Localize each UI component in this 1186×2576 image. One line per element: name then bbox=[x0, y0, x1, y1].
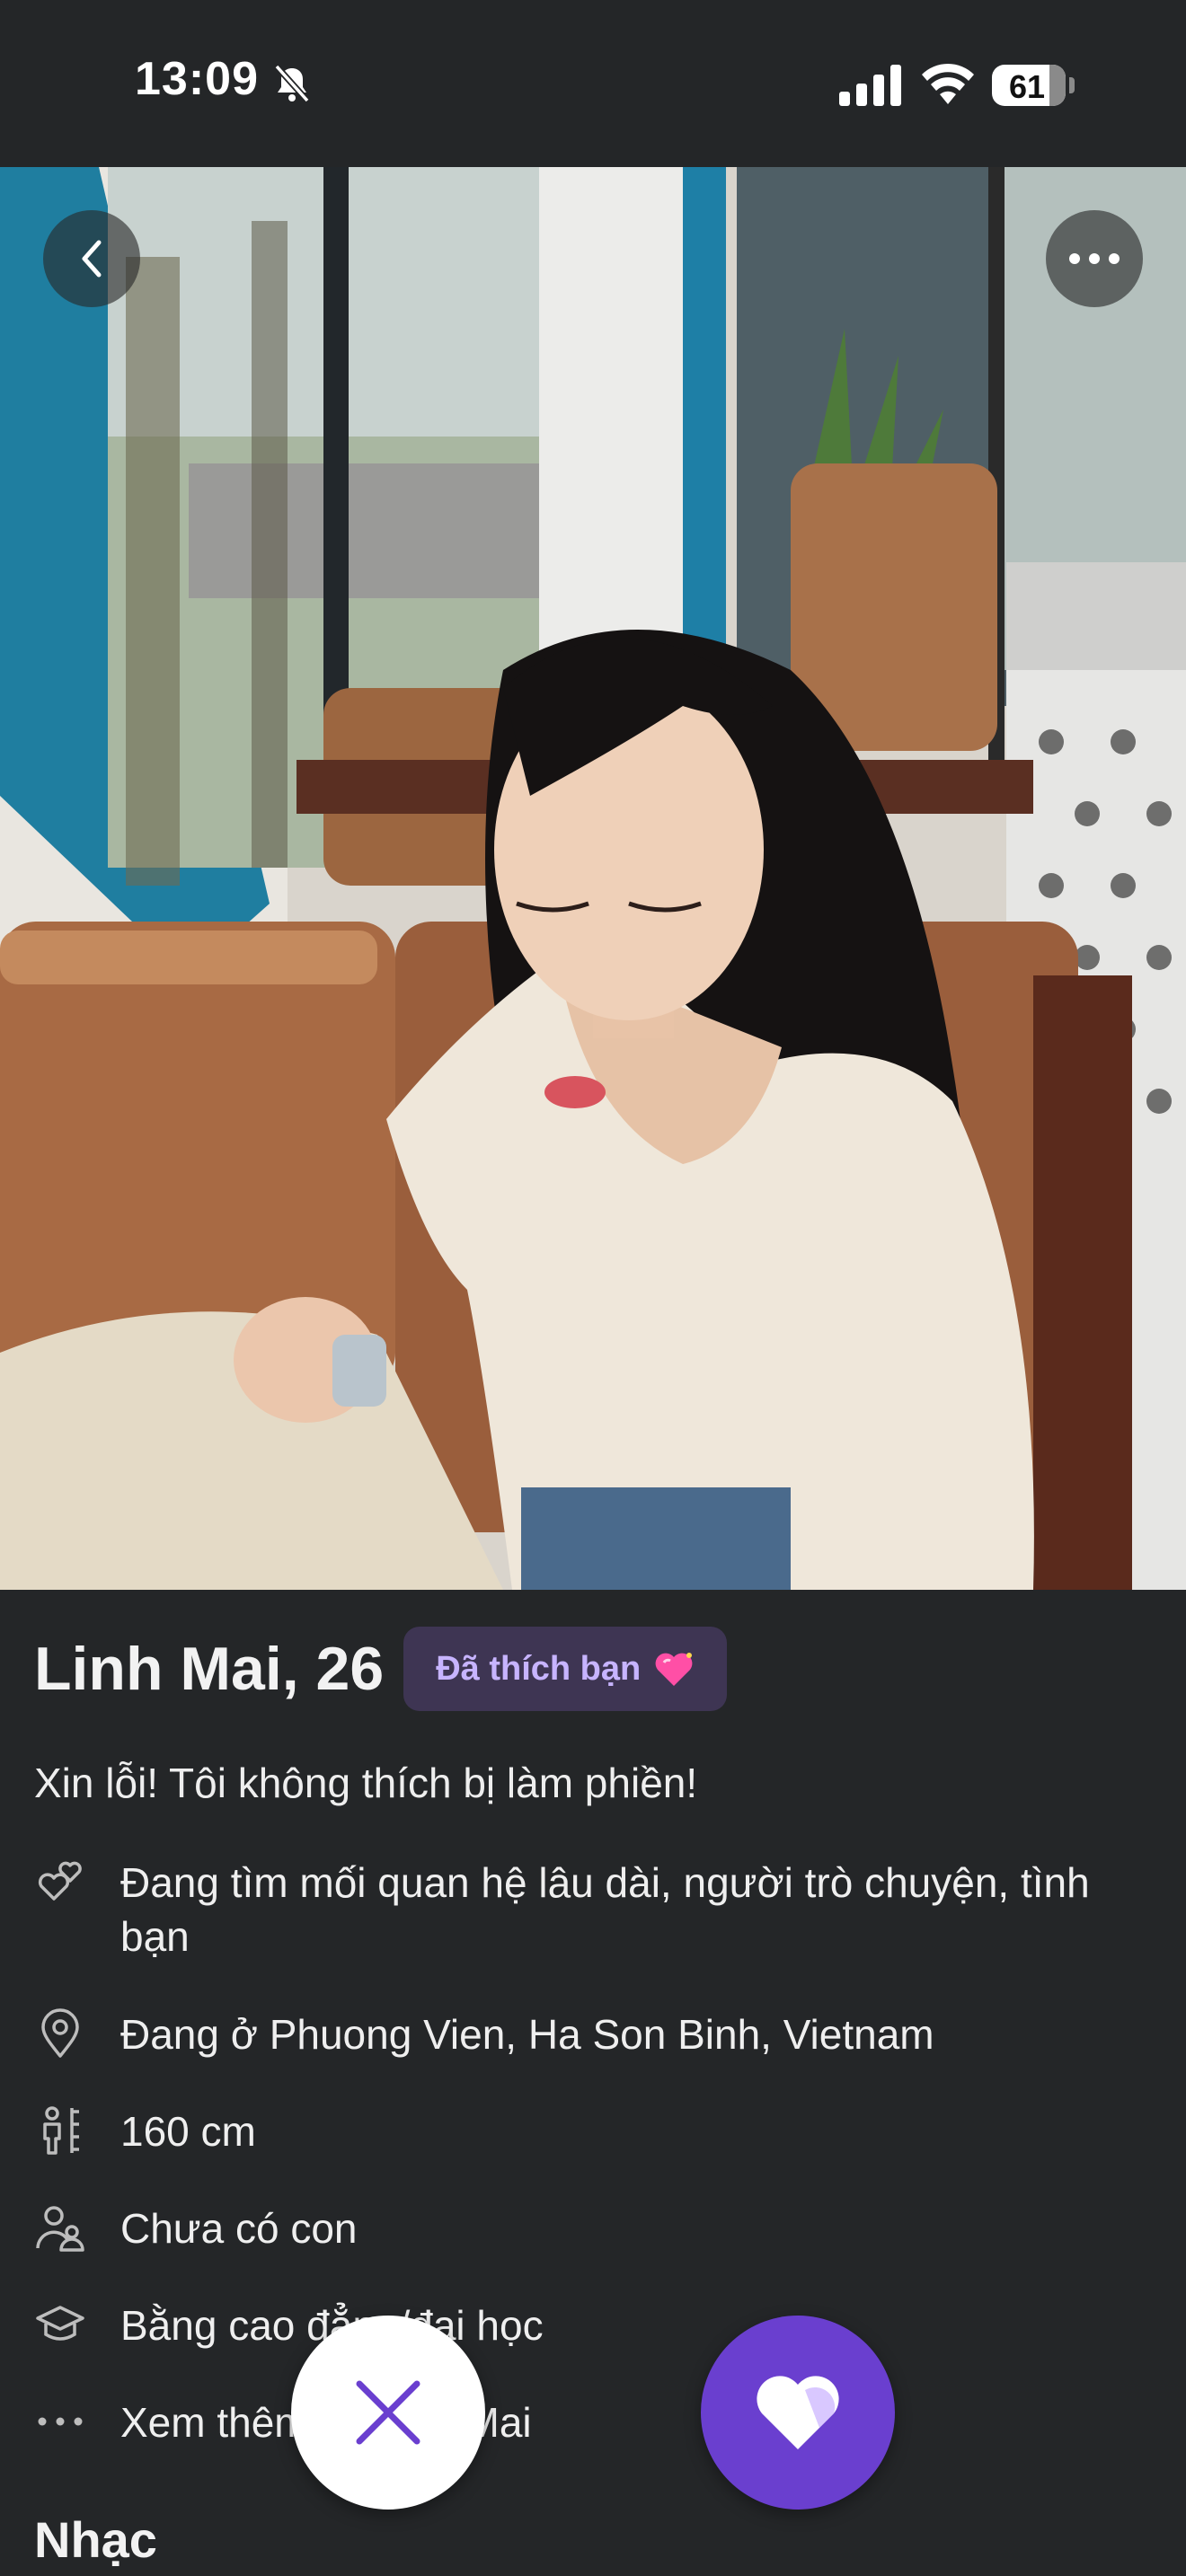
detail-text: Chưa có con bbox=[120, 2205, 358, 2252]
profile-header: Linh Mai, 26 Đã thích bạn bbox=[34, 1626, 728, 1712]
wifi-icon bbox=[922, 63, 974, 104]
like-button[interactable] bbox=[701, 2316, 895, 2510]
profile-name: Linh Mai, 26 bbox=[34, 1635, 385, 1703]
graduation-cap-icon bbox=[36, 2306, 84, 2341]
close-icon bbox=[356, 2380, 420, 2445]
liked-badge-label: Đã thích bạn bbox=[436, 1649, 642, 1688]
detail-text: Đang tìm mối quan hệ lâu dài, người trò … bbox=[120, 1859, 1090, 1960]
battery-level: 61 bbox=[1008, 68, 1046, 105]
music-section-title: Nhạc bbox=[34, 2511, 157, 2568]
chevron-left-icon bbox=[82, 240, 102, 278]
height-icon bbox=[43, 2106, 79, 2155]
heart-icon bbox=[757, 2376, 839, 2449]
sparkling-heart-icon bbox=[655, 1653, 693, 1686]
more-dots-icon bbox=[1069, 253, 1120, 264]
hearts-icon bbox=[38, 1861, 82, 1901]
liked-you-badge: Đã thích bạn bbox=[403, 1627, 728, 1711]
status-time: 13:09 bbox=[135, 53, 259, 105]
detail-education: Bằng cao đẳng/đại học bbox=[34, 2298, 1157, 2352]
dislike-button[interactable] bbox=[291, 2316, 485, 2510]
more-options-button[interactable] bbox=[1046, 210, 1143, 307]
location-pin-icon bbox=[41, 2008, 79, 2058]
profile-photo-illustration bbox=[0, 167, 1186, 1590]
back-button[interactable] bbox=[43, 210, 140, 307]
cellular-signal-icon bbox=[839, 65, 901, 106]
status-bar: 13:09 61 bbox=[0, 0, 1186, 167]
battery-indicator: 61 bbox=[992, 65, 1075, 106]
detail-location: Đang ở Phuong Vien, Ha Son Binh, Vietnam bbox=[34, 2007, 1157, 2061]
children-icon bbox=[36, 2206, 84, 2252]
see-more-link[interactable]: Xem thêm về Linh Mai bbox=[34, 2395, 1157, 2449]
detail-height: 160 cm bbox=[34, 2104, 1157, 2158]
profile-photo[interactable] bbox=[0, 167, 1186, 1590]
detail-children: Chưa có con bbox=[34, 2201, 1157, 2255]
detail-text: 160 cm bbox=[120, 2108, 256, 2155]
detail-text: Đang ở Phuong Vien, Ha Son Binh, Vietnam bbox=[120, 2011, 934, 2058]
bell-muted-icon bbox=[274, 64, 310, 103]
detail-looking-for: Đang tìm mối quan hệ lâu dài, người trò … bbox=[34, 1856, 1157, 1963]
profile-bio: Xin lỗi! Tôi không thích bị làm phiền! bbox=[34, 1760, 698, 1806]
more-dots-icon bbox=[38, 2417, 83, 2426]
